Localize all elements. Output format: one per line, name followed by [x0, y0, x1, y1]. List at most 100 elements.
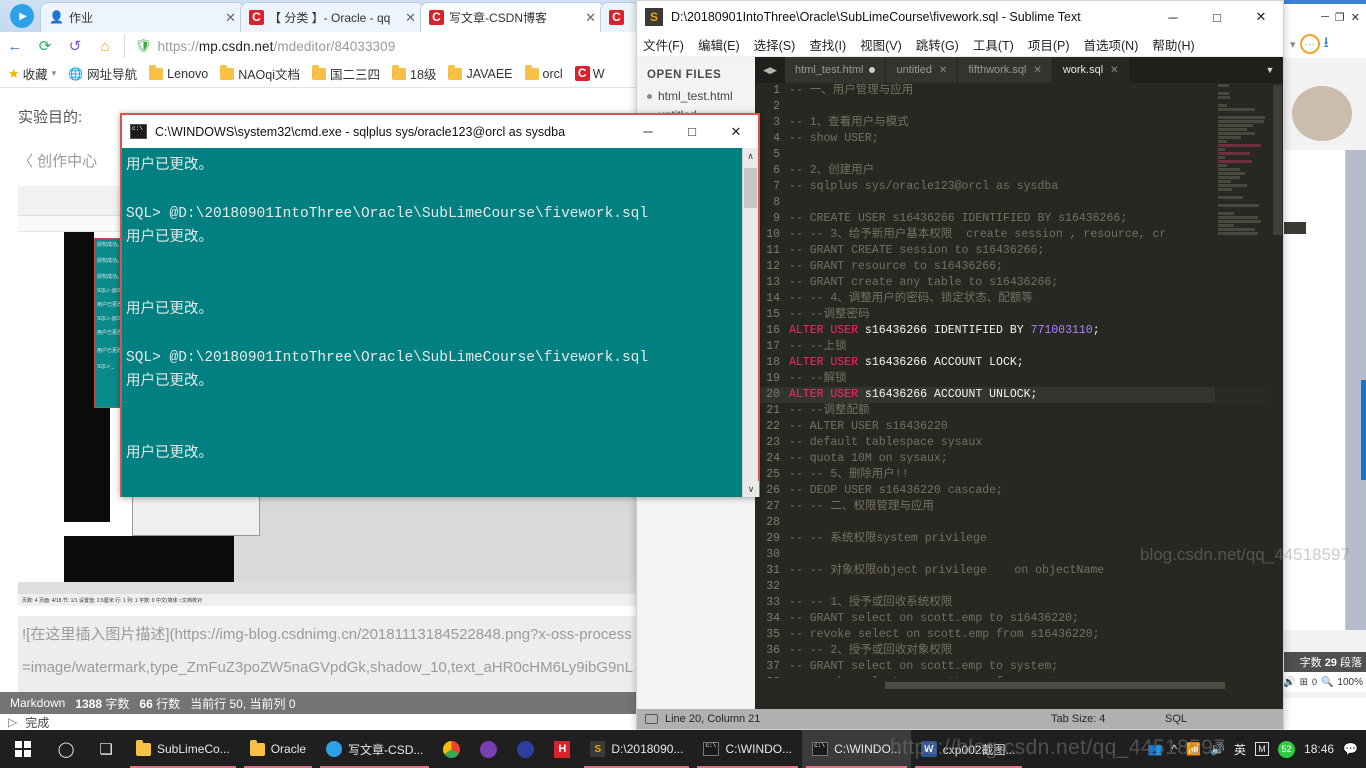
scroll-up-icon[interactable]: ∧ — [743, 148, 758, 164]
cmd-scroll-thumb[interactable] — [744, 168, 757, 208]
editor-tab-fivework[interactable]: work.sql ✕ — [1052, 57, 1130, 83]
menu-file[interactable]: 文件(F) — [643, 35, 684, 54]
reload-icon[interactable]: ⟳ — [30, 32, 60, 60]
zoom-icon[interactable]: 🔍 — [1321, 677, 1333, 688]
syntax-label[interactable]: SQL — [1165, 713, 1187, 725]
browser-tab-1[interactable]: 作业 ✕ — [40, 2, 245, 32]
close-icon[interactable]: ✕ — [1351, 11, 1360, 24]
ime-language-icon[interactable]: 英 — [1234, 741, 1246, 758]
search-circle-icon[interactable]: ◯ — [46, 730, 86, 768]
minimize-button[interactable]: ─ — [1151, 1, 1195, 33]
sublime-code-area[interactable]: 1 -- 一、用户管理与应用 2 3 -- 1、查看用户与模式 4 -- show USE… — [755, 83, 1283, 678]
restore-icon[interactable]: ❐ — [1335, 11, 1345, 24]
download-icon[interactable]: ⭳ — [1324, 32, 1329, 57]
code-line: 37 -- GRANT select on scott.emp to system… — [755, 659, 1283, 675]
taskbar-item-sublime[interactable]: S D:\2018090... — [580, 730, 693, 768]
taskbar-item-cmd-1[interactable]: C:\WINDO... — [693, 730, 802, 768]
minimize-button[interactable]: ─ — [626, 115, 670, 148]
browser-tab-3[interactable]: C 写文章-CSDN博客 ✕ — [420, 2, 605, 32]
bookmark-orcl[interactable]: orcl — [524, 64, 563, 81]
chevron-down-icon[interactable]: ▼ — [1257, 57, 1283, 83]
run-icon[interactable]: ▷ — [8, 715, 17, 729]
notification-icon[interactable]: 💬 — [1343, 742, 1358, 756]
menu-goto[interactable]: 跳转(G) — [916, 35, 959, 54]
menu-view[interactable]: 视图(V) — [860, 35, 902, 54]
chevron-down-icon[interactable]: ▾ — [52, 68, 57, 79]
cmd-output-line: 用户已更改。 — [126, 302, 213, 318]
taskbar-item-sublimecourse[interactable]: SubLimeCo... — [126, 730, 240, 768]
taskbar-item-eclipse[interactable] — [507, 730, 544, 768]
clock[interactable]: 18:46 — [1304, 742, 1334, 756]
home-icon[interactable]: ⌂ — [90, 32, 120, 60]
bookmark-lenovo[interactable]: Lenovo — [149, 64, 208, 81]
taskbar-item-chrome[interactable] — [433, 730, 470, 768]
menu-preferences[interactable]: 首选项(N) — [1084, 35, 1139, 54]
close-icon[interactable]: ✕ — [585, 10, 596, 26]
taskbar-item-cmd-2[interactable]: C:\WINDO... — [802, 730, 911, 768]
ime-mode-icon[interactable]: M — [1255, 742, 1270, 756]
bookmark-javaee[interactable]: JAVAEE — [448, 64, 513, 81]
add-icon: ⊞ — [1299, 676, 1308, 688]
console-icon[interactable] — [645, 714, 658, 724]
cmd-title-text: C:\WINDOWS\system32\cmd.exe - sqlplus sy… — [155, 124, 566, 139]
editor-tab-html-test[interactable]: html_test.html — [785, 57, 887, 83]
editor-tab-untitled[interactable]: untitled ✕ — [886, 57, 959, 83]
back-icon[interactable]: ← — [0, 32, 30, 60]
sublime-vertical-thumb[interactable] — [1273, 85, 1282, 235]
editor-tab-fifthwork[interactable]: fifthwork.sql ✕ — [958, 57, 1053, 83]
close-button[interactable]: ✕ — [1239, 1, 1283, 33]
browser-tab-4[interactable]: C — [600, 2, 640, 32]
cmd-console-output[interactable]: 用户已更改。 SQL> @D:\20180901IntoThree\Oracle… — [122, 148, 758, 497]
menu-edit[interactable]: 编辑(E) — [698, 35, 740, 54]
bookmark-guo234[interactable]: 国二三四 — [312, 64, 380, 83]
people-icon[interactable]: 👥 — [1148, 742, 1163, 756]
bookmark-18ji[interactable]: 18级 — [392, 64, 436, 83]
taskbar-item-h-app[interactable]: H — [544, 730, 580, 768]
maximize-button[interactable]: □ — [1195, 1, 1239, 33]
bookmark-favorites[interactable]: ★ 收藏 ▾ — [8, 64, 56, 83]
minimize-icon[interactable]: ─ — [1321, 11, 1329, 23]
menu-dots-icon[interactable]: ⋯ — [1299, 34, 1320, 54]
sidebar-item-html-test[interactable]: html_test.html — [647, 89, 755, 103]
taskbar-item-oracle[interactable]: Oracle — [240, 730, 316, 768]
taskbar-item-label: Oracle — [270, 742, 307, 756]
close-icon[interactable]: ✕ — [1033, 65, 1041, 76]
sublime-minimap[interactable] — [1215, 83, 1271, 678]
history-icon[interactable]: ↺ — [60, 32, 90, 60]
close-icon[interactable]: ✕ — [939, 65, 947, 76]
bookmark-csdn[interactable]: C W — [574, 66, 605, 81]
scroll-down-icon[interactable]: ∨ — [743, 481, 759, 497]
browser-tab-2[interactable]: C 【 分类 】- Oracle - qq ✕ — [240, 2, 425, 32]
bookmark-navhub[interactable]: 🌐 网址导航 — [68, 64, 137, 83]
cmd-scrollbar[interactable]: ∧ ∨ — [742, 148, 759, 497]
start-button[interactable] — [0, 730, 46, 768]
menu-find[interactable]: 查找(I) — [809, 35, 846, 54]
menu-tools[interactable]: 工具(T) — [973, 35, 1014, 54]
menu-project[interactable]: 项目(P) — [1028, 35, 1070, 54]
folder-icon — [392, 64, 407, 80]
tab-nav-arrows-icon[interactable]: ◀▶ — [755, 57, 785, 83]
taskbar-item-uc[interactable] — [470, 730, 507, 768]
code-text: -- --上锁 — [789, 340, 847, 353]
close-icon[interactable]: ✕ — [405, 10, 416, 26]
close-icon[interactable]: ✕ — [1110, 65, 1118, 76]
close-icon[interactable]: ✕ — [225, 10, 236, 26]
minimap-line — [1218, 140, 1227, 143]
menu-help[interactable]: 帮助(H) — [1152, 35, 1194, 54]
sublime-horizontal-thumb[interactable] — [885, 682, 1225, 689]
close-button[interactable]: ✕ — [714, 115, 758, 148]
tab-size-label[interactable]: Tab Size: 4 — [1051, 713, 1105, 725]
minimap-line — [1218, 124, 1254, 127]
chevron-up-icon[interactable]: ^ — [1171, 742, 1177, 756]
menu-selection[interactable]: 选择(S) — [754, 35, 796, 54]
volume-icon[interactable]: 🔊 — [1210, 742, 1225, 756]
notification-badge[interactable]: 52 — [1278, 740, 1296, 758]
maximize-button[interactable]: □ — [670, 115, 714, 148]
bookmark-naoqi[interactable]: NAOqi文档 — [220, 64, 300, 83]
taskbar-item-word[interactable]: W cxp002截图... — [911, 730, 1026, 768]
taskbar-item-csdn-browser[interactable]: 写文章-CSD... — [316, 730, 433, 768]
network-icon[interactable]: 📶 — [1186, 742, 1201, 756]
task-view-icon[interactable]: ❏ — [86, 730, 126, 768]
code-line: 27 -- -- 二、权限管理与应用 — [755, 499, 1283, 515]
create-center-link[interactable]: 〈 创作中心 — [18, 150, 97, 171]
